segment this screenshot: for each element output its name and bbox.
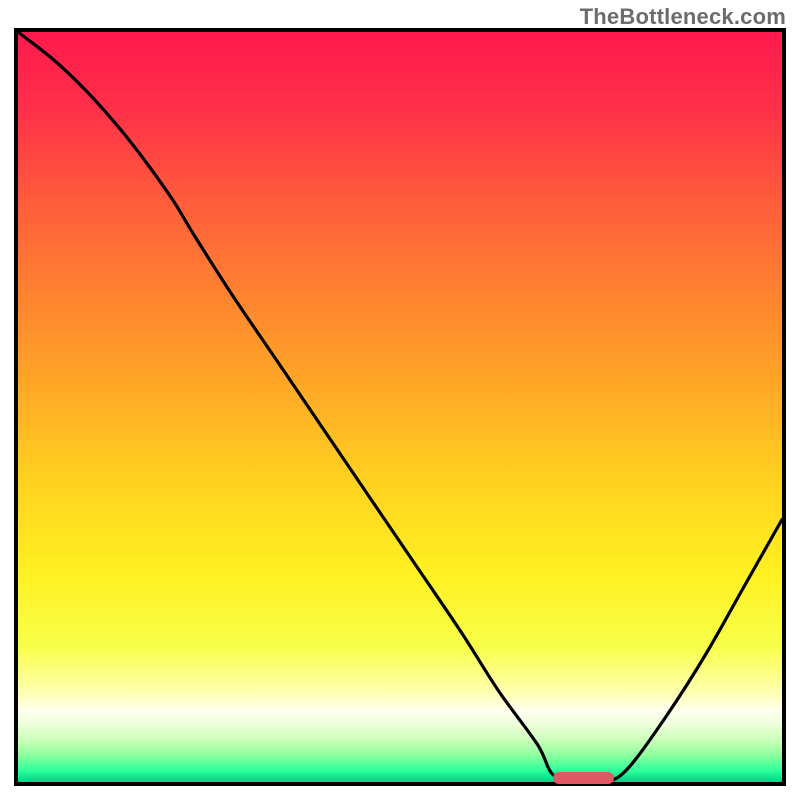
chart-minimum-marker xyxy=(553,772,614,784)
chart-curve xyxy=(18,32,782,782)
watermark-text: TheBottleneck.com xyxy=(580,4,786,30)
chart-frame xyxy=(14,28,786,786)
